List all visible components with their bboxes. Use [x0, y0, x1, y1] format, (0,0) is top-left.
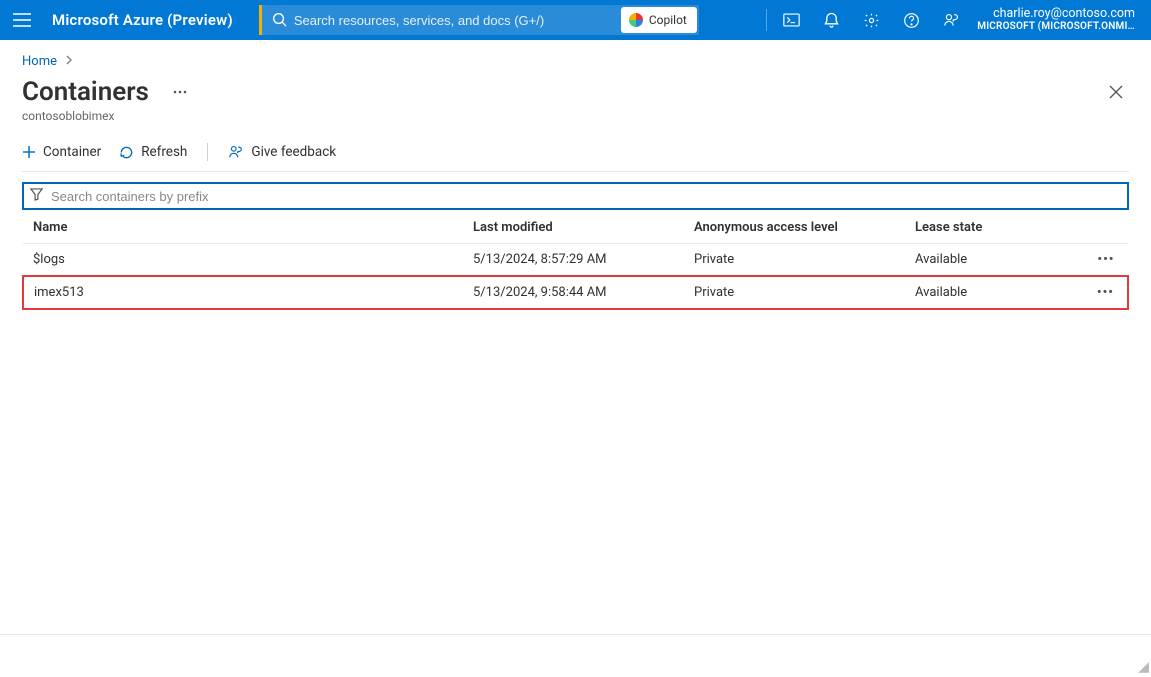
breadcrumb: Home: [22, 54, 1129, 69]
cloud-shell-icon[interactable]: [771, 0, 811, 40]
filter-bar[interactable]: [22, 182, 1129, 210]
containers-table: Name Last modified Anonymous access leve…: [22, 210, 1129, 310]
resize-handle-icon[interactable]: ◢: [1138, 659, 1149, 675]
cell-lease: Available: [907, 276, 1084, 309]
table-row[interactable]: imex5135/13/2024, 9:58:44 AMPrivateAvail…: [23, 276, 1128, 309]
page-subtitle: contosoblobimex: [22, 109, 1129, 123]
page-content: Home Containers contosoblobimex Containe…: [0, 40, 1151, 310]
add-container-label: Container: [43, 144, 101, 160]
feedback-icon[interactable]: [931, 0, 971, 40]
command-separator: [207, 143, 208, 161]
notifications-icon[interactable]: [811, 0, 851, 40]
account-menu[interactable]: charlie.roy@contoso.com MICROSOFT (MICRO…: [971, 0, 1143, 40]
help-icon[interactable]: [891, 0, 931, 40]
brand-label[interactable]: Microsoft Azure (Preview): [52, 11, 233, 29]
breadcrumb-home[interactable]: Home: [22, 54, 57, 69]
azure-topbar: Microsoft Azure (Preview) Copilot charli…: [0, 0, 1151, 40]
give-feedback-button[interactable]: Give feedback: [228, 144, 336, 160]
give-feedback-label: Give feedback: [251, 144, 336, 160]
close-icon[interactable]: [1103, 79, 1129, 105]
command-bar: Container Refresh Give feedback: [22, 143, 1129, 172]
copilot-button[interactable]: Copilot: [621, 7, 697, 33]
copilot-icon: [629, 13, 643, 27]
filter-input[interactable]: [49, 188, 1121, 205]
global-search[interactable]: Copilot: [259, 5, 699, 35]
page-header: Containers: [22, 77, 1129, 107]
refresh-label: Refresh: [141, 144, 187, 160]
col-last-modified[interactable]: Last modified: [465, 210, 686, 244]
copilot-label: Copilot: [649, 13, 687, 27]
table-row[interactable]: $logs5/13/2024, 8:57:29 AMPrivateAvailab…: [23, 244, 1128, 277]
topbar-separator: [766, 9, 767, 31]
cell-name: $logs: [23, 244, 465, 277]
cell-access: Private: [686, 244, 907, 277]
refresh-button[interactable]: Refresh: [119, 144, 187, 160]
settings-icon[interactable]: [851, 0, 891, 40]
page-title: Containers: [22, 77, 149, 107]
account-tenant: MICROSOFT (MICROSOFT.ONMI…: [977, 21, 1135, 33]
chevron-right-icon: [65, 54, 73, 69]
title-more-icon[interactable]: [169, 86, 191, 98]
footer-divider: [0, 634, 1151, 635]
add-container-button[interactable]: Container: [22, 144, 101, 160]
cell-last-modified: 5/13/2024, 9:58:44 AM: [465, 276, 686, 309]
account-email: charlie.roy@contoso.com: [993, 7, 1135, 21]
row-more-icon[interactable]: •••: [1084, 276, 1128, 309]
cell-access: Private: [686, 276, 907, 309]
global-search-input[interactable]: [262, 5, 621, 35]
col-lease[interactable]: Lease state: [907, 210, 1084, 244]
col-access[interactable]: Anonymous access level: [686, 210, 907, 244]
filter-icon: [30, 188, 43, 205]
topbar-icons: charlie.roy@contoso.com MICROSOFT (MICRO…: [762, 0, 1143, 40]
cell-lease: Available: [907, 244, 1084, 277]
col-name[interactable]: Name: [23, 210, 465, 244]
cell-name: imex513: [23, 276, 465, 309]
hamburger-icon[interactable]: [0, 0, 44, 40]
search-icon: [272, 12, 287, 31]
cell-last-modified: 5/13/2024, 8:57:29 AM: [465, 244, 686, 277]
row-more-icon[interactable]: •••: [1084, 244, 1128, 277]
